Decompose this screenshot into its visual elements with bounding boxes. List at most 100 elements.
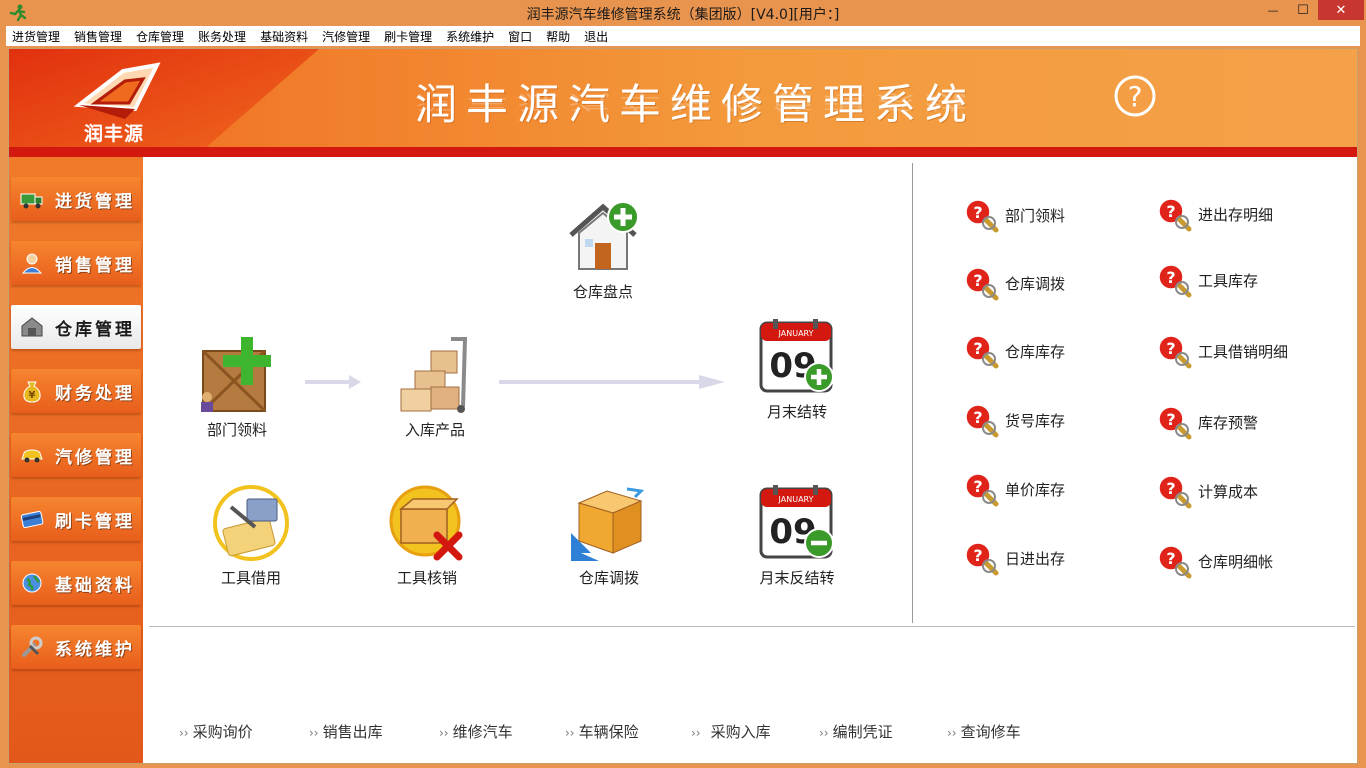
chevron-right-icon: ›› (439, 726, 449, 740)
menu-base-data[interactable]: 基础资料 (260, 28, 308, 45)
card-icon (20, 510, 44, 529)
nav-item-purchase[interactable]: 进货管理 (11, 177, 141, 221)
menu-exit[interactable]: 退出 (584, 28, 608, 45)
minimize-icon: — (1267, 3, 1279, 17)
quick-link-purchase-inbound[interactable]: ›› 采购入库 (691, 721, 771, 742)
quick-link-query-repair[interactable]: ›› 查询修车 (947, 721, 1021, 742)
query-label-stock-alert: 库存预警 (1198, 413, 1259, 432)
flow-label-warehouse-check: 仓库盘点 (572, 283, 633, 301)
nav-label-warehouse: 仓库管理 (55, 319, 135, 340)
close-button[interactable]: ✕ (1318, 0, 1364, 20)
warehouse-icon (21, 317, 43, 337)
chevron-right-icon: ›› (691, 726, 701, 740)
close-icon: ✕ (1335, 2, 1347, 18)
flow-tool-writeoff[interactable]: 工具核销 (387, 483, 467, 588)
menu-system[interactable]: 系统维护 (446, 28, 494, 45)
query-warehouse-stock[interactable]: ? 仓库库存 (963, 333, 1065, 369)
banner-title-reflection: 润丰源汽车维修管理系统 (415, 90, 977, 113)
search-red-icon: ? (965, 473, 999, 507)
nav-label-finance: 财务处理 (55, 383, 135, 404)
query-tool-stock[interactable]: ? 工具库存 (1156, 262, 1258, 298)
query-label-inout-detail: 进出存明细 (1198, 205, 1274, 224)
search-red-icon: ? (1158, 475, 1192, 509)
query-label-tool-borrow-detail: 工具借销明细 (1198, 342, 1289, 361)
flow-label-warehouse-transfer: 仓库调拨 (578, 569, 639, 587)
chevron-right-icon: ›› (565, 726, 575, 740)
flow-month-reopen[interactable]: JANUARY 09 月末反结转 (757, 483, 837, 588)
menu-warehouse[interactable]: 仓库管理 (136, 28, 184, 45)
query-stock-alert[interactable]: ? 库存预警 (1156, 404, 1258, 440)
card-swipe-icon (213, 485, 289, 561)
query-inout-detail[interactable]: ? 进出存明细 (1156, 196, 1273, 232)
flow-tool-borrow[interactable]: 工具借用 (211, 483, 291, 588)
menu-help[interactable]: 帮助 (546, 28, 570, 45)
nav-item-sales[interactable]: 销售管理 (11, 241, 141, 285)
menu-accounts[interactable]: 账务处理 (198, 28, 246, 45)
search-red-icon: ? (1158, 198, 1192, 232)
nav-item-finance[interactable]: ¥ 财务处理 (11, 369, 141, 413)
crate-add-icon (201, 337, 271, 413)
flow-month-close[interactable]: JANUARY 09 月末结转 (757, 317, 837, 422)
flow-arrow-1 (305, 375, 361, 389)
menu-card[interactable]: 刷卡管理 (384, 28, 432, 45)
query-compute-cost[interactable]: ? 计算成本 (1156, 473, 1258, 509)
flow-label-tool-borrow: 工具借用 (220, 569, 281, 587)
flow-warehouse-check[interactable]: 仓库盘点 (563, 197, 643, 302)
help-question-icon[interactable]: ? (1113, 74, 1157, 118)
svg-text:?: ? (1166, 410, 1175, 429)
maximize-icon: ☐ (1297, 2, 1309, 18)
svg-text:?: ? (1166, 479, 1175, 498)
svg-text:?: ? (973, 477, 982, 496)
query-item-number-stock[interactable]: ? 货号库存 (963, 402, 1065, 438)
minimize-button[interactable]: — (1256, 0, 1290, 20)
menu-purchase[interactable]: 进货管理 (12, 28, 60, 45)
svg-text:?: ? (973, 203, 982, 222)
query-unit-price-stock[interactable]: ? 单价库存 (963, 471, 1065, 507)
nav-item-base-data[interactable]: 基础资料 (11, 561, 141, 605)
query-warehouse-transfer[interactable]: ? 仓库调拨 (963, 265, 1065, 301)
search-red-icon: ? (1158, 545, 1192, 579)
quick-link-vehicle-insurance[interactable]: ›› 车辆保险 (565, 721, 639, 742)
menu-sales[interactable]: 销售管理 (74, 28, 122, 45)
quick-link-label: 销售出库 (322, 723, 383, 741)
query-daily-inout[interactable]: ? 日进出存 (963, 540, 1065, 576)
flow-label-month-reopen: 月末反结转 (759, 569, 835, 587)
query-label-item-number-stock: 货号库存 (1005, 411, 1066, 430)
query-label-tool-stock: 工具库存 (1198, 271, 1259, 290)
quick-link-purchase-inquiry[interactable]: ›› 采购询价 (179, 721, 253, 742)
chevron-right-icon: ›› (179, 726, 189, 740)
menu-auto-repair[interactable]: 汽修管理 (322, 28, 370, 45)
truck-icon (20, 193, 43, 209)
search-red-icon: ? (1158, 264, 1192, 298)
quick-link-voucher[interactable]: ›› 编制凭证 (819, 721, 893, 742)
svg-text:?: ? (1166, 202, 1175, 221)
quick-link-repair-car[interactable]: ›› 维修汽车 (439, 721, 513, 742)
query-dept-material[interactable]: ? 部门领料 (963, 197, 1065, 233)
chevron-right-icon: ›› (309, 726, 319, 740)
hand-truck-boxes-icon (400, 337, 468, 413)
calendar-remove-icon: JANUARY 09 (759, 485, 834, 559)
flow-warehouse-transfer[interactable]: 仓库调拨 (569, 483, 649, 588)
globe-icon (22, 573, 42, 593)
nav-item-warehouse[interactable]: 仓库管理 (11, 305, 141, 349)
nav-item-system[interactable]: 系统维护 (11, 625, 141, 669)
search-red-icon: ? (1158, 406, 1192, 440)
chevron-right-icon: ›› (947, 726, 957, 740)
flow-label-tool-writeoff: 工具核销 (396, 569, 457, 587)
maximize-button[interactable]: ☐ (1290, 0, 1316, 20)
flow-inbound-product[interactable]: 入库产品 (395, 335, 475, 440)
search-red-icon: ? (965, 542, 999, 576)
banner-stripe (9, 147, 1357, 157)
search-red-icon: ? (965, 267, 999, 301)
query-label-unit-price-stock: 单价库存 (1005, 480, 1066, 499)
query-tool-borrow-detail[interactable]: ? 工具借销明细 (1156, 333, 1288, 369)
quick-link-sales-outbound[interactable]: ›› 销售出库 (309, 721, 383, 742)
nav-item-auto-repair[interactable]: 汽修管理 (11, 433, 141, 477)
menu-window[interactable]: 窗口 (508, 28, 532, 45)
window-title: 润丰源汽车维修管理系统（集团版）[V4.0][用户：] (526, 7, 840, 23)
money-bag-icon: ¥ (23, 381, 41, 403)
nav-item-card[interactable]: 刷卡管理 (11, 497, 141, 541)
flow-dept-material[interactable]: 部门领料 (197, 335, 277, 440)
svg-text:?: ? (1166, 268, 1175, 287)
query-warehouse-ledger[interactable]: ? 仓库明细帐 (1156, 543, 1273, 579)
